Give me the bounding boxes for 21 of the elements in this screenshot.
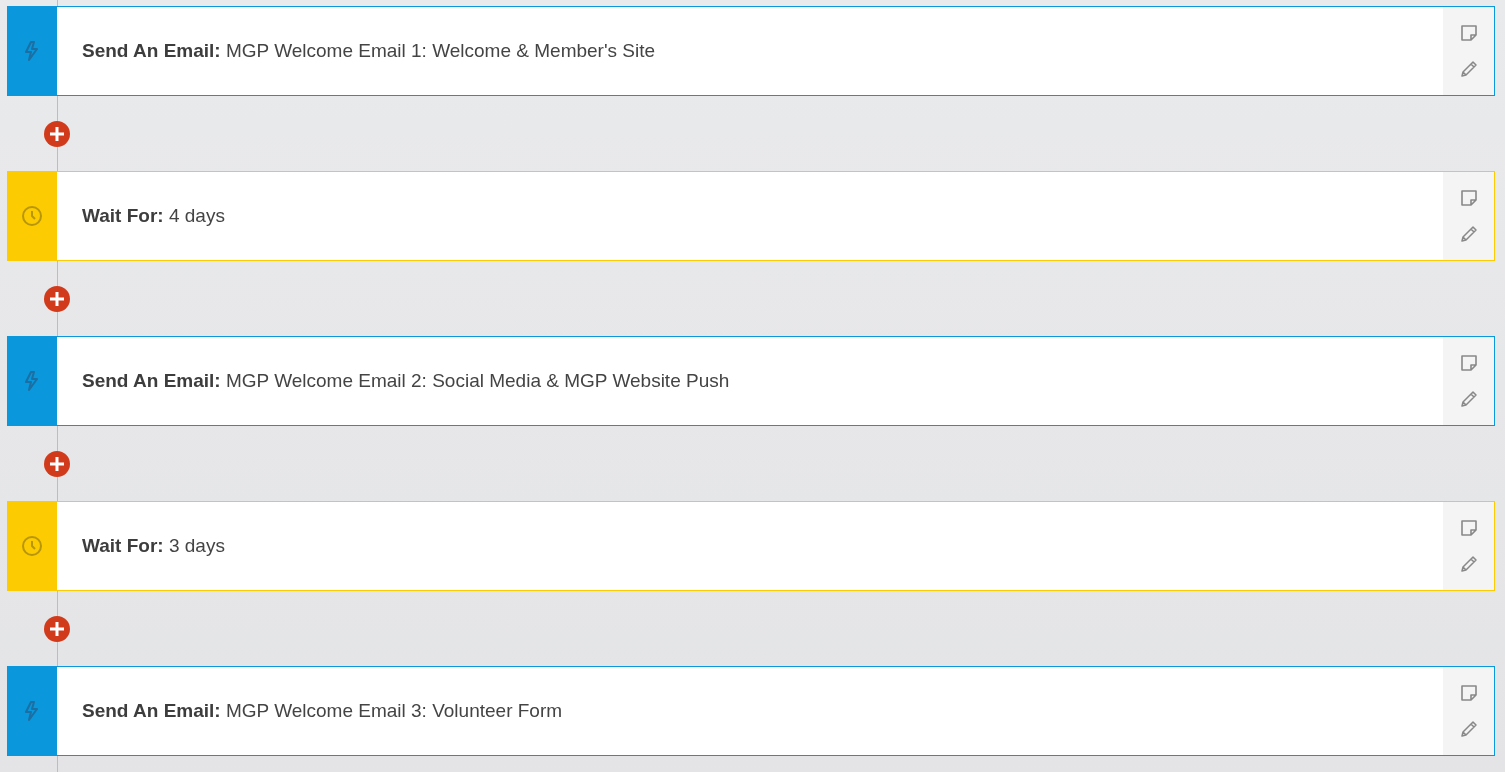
add-step-icon[interactable] — [44, 615, 70, 642]
note-icon[interactable] — [1458, 353, 1479, 373]
clock-icon — [20, 204, 44, 228]
note-icon[interactable] — [1458, 518, 1479, 538]
step-description: Wait For: 3 days — [82, 535, 225, 557]
note-icon[interactable] — [1458, 23, 1479, 43]
step-description: Send An Email: MGP Welcome Email 1: Welcome & Member's Site — [82, 40, 656, 62]
step-description: Send An Email: MGP Welcome Email 2: Social Media & MGP Website Push — [82, 370, 730, 392]
pencil-icon[interactable] — [1458, 224, 1479, 244]
pencil-icon[interactable] — [1458, 59, 1479, 79]
step-description: Wait For: 4 days — [82, 205, 225, 227]
note-icon[interactable] — [1458, 188, 1479, 208]
pencil-icon[interactable] — [1458, 719, 1479, 739]
step-description: Send An Email: MGP Welcome Email 3: Volunteer Form — [82, 700, 563, 722]
pencil-icon[interactable] — [1458, 389, 1479, 409]
pencil-icon[interactable] — [1458, 554, 1479, 574]
add-step-icon[interactable] — [44, 120, 70, 147]
add-step-icon[interactable] — [44, 450, 70, 477]
add-step-icon[interactable] — [44, 285, 70, 312]
note-icon[interactable] — [1458, 683, 1479, 703]
clock-icon — [20, 534, 44, 558]
